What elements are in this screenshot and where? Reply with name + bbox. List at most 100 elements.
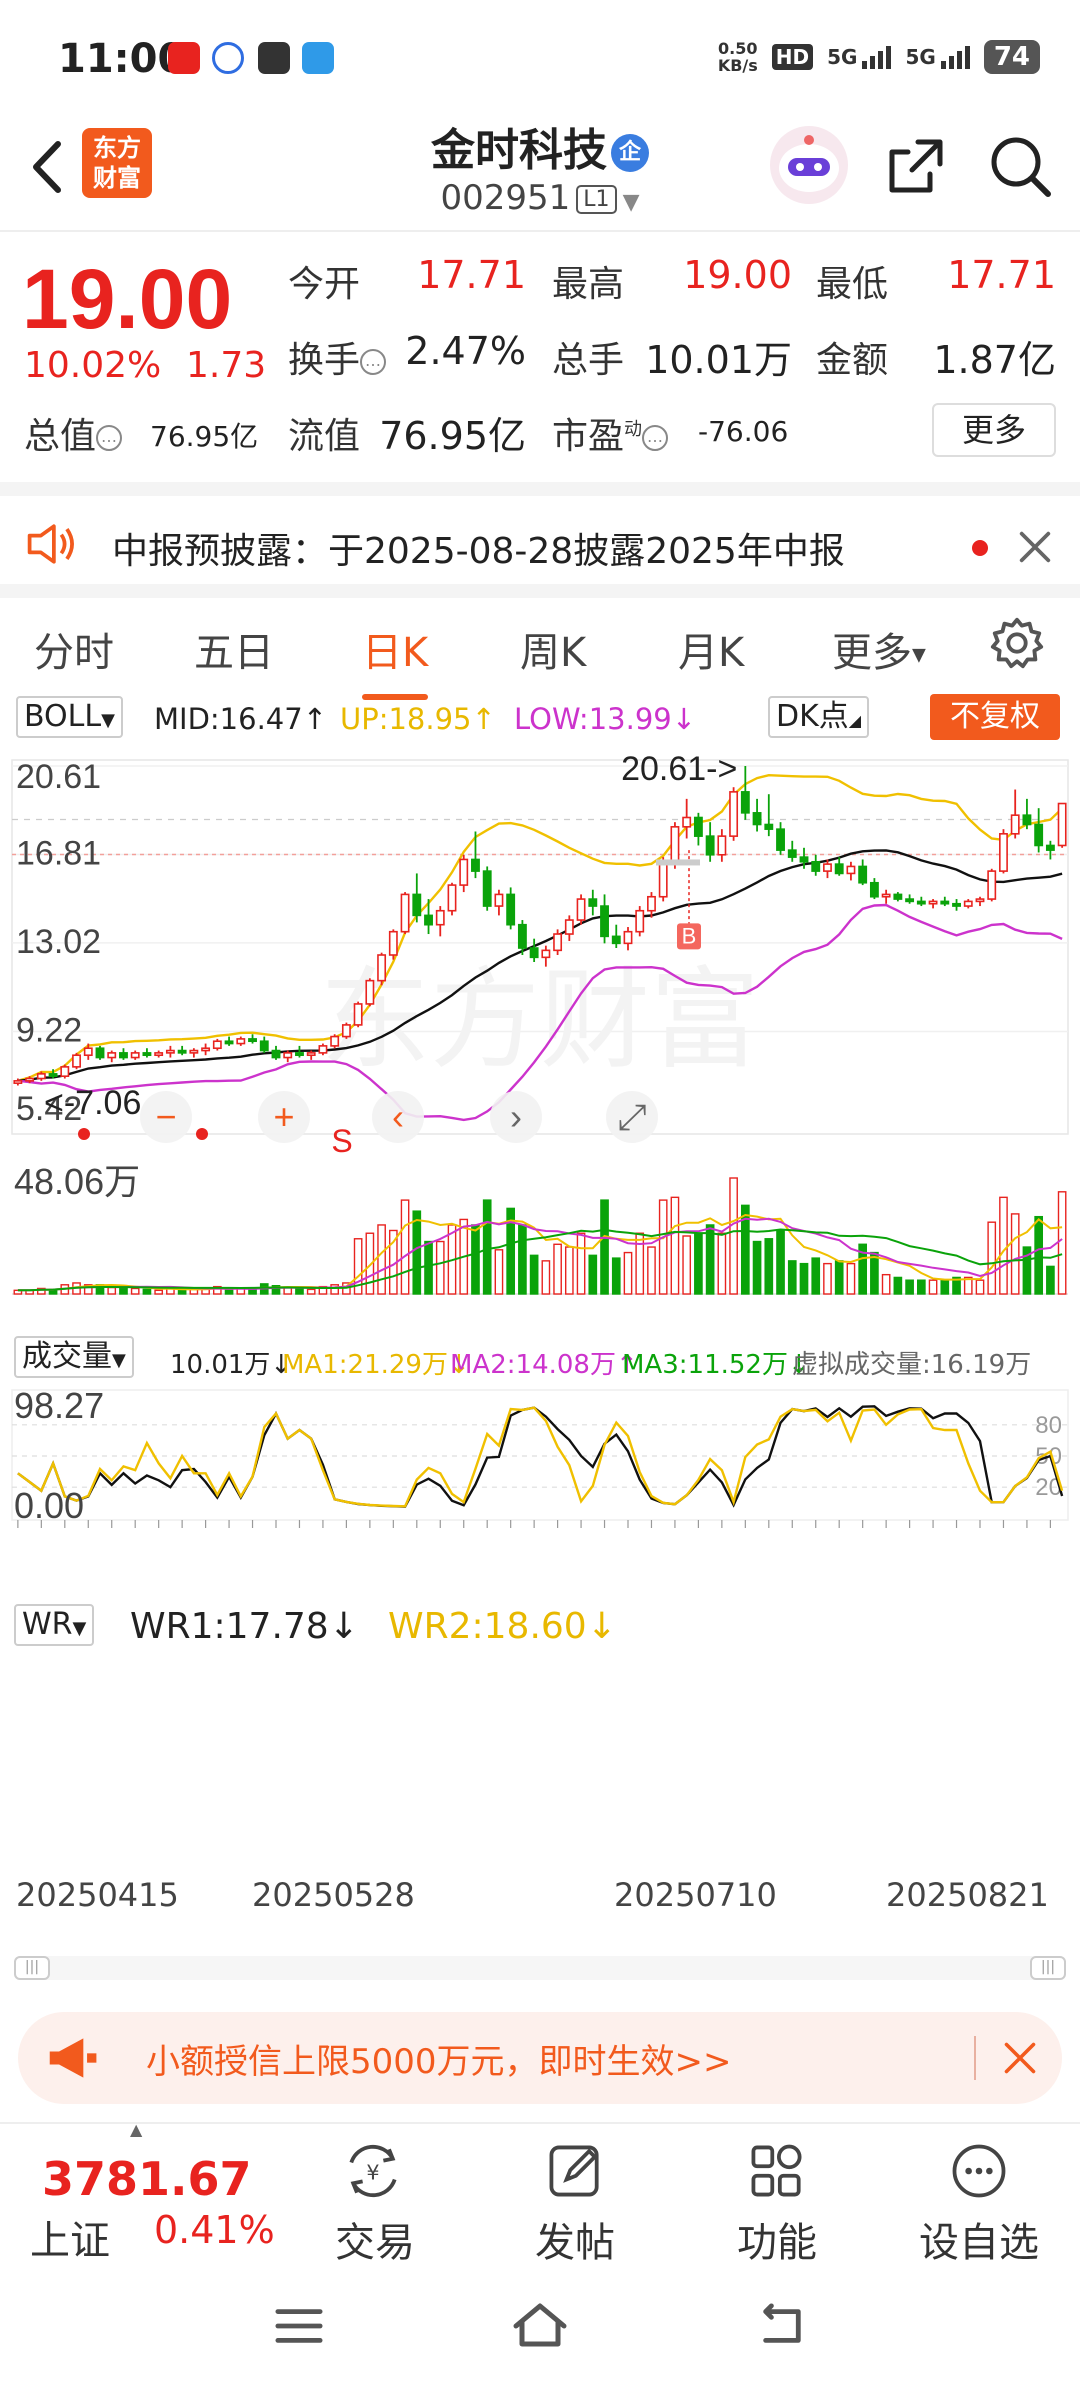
chart-scrollbar[interactable]: ||| ||| bbox=[14, 1956, 1066, 1980]
promo-banner[interactable]: 小额授信上限5000万元，即时生效>> bbox=[18, 2012, 1062, 2104]
index-up-arrow: ▲ bbox=[130, 2120, 143, 2139]
adjust-button[interactable]: 不复权 bbox=[930, 694, 1060, 740]
assistant-robot-icon[interactable] bbox=[770, 126, 848, 204]
indicator-select-boll[interactable]: BOLL▼ bbox=[16, 696, 123, 738]
nav-trade[interactable]: ¥ 交易 bbox=[300, 2132, 450, 2266]
boll-up: UP:18.95↑ bbox=[340, 702, 496, 736]
candle-body bbox=[412, 893, 422, 917]
candle-body bbox=[36, 1073, 46, 1080]
candle-body bbox=[576, 898, 586, 921]
candle-body bbox=[717, 835, 727, 856]
volume-bar bbox=[764, 1238, 774, 1295]
tab-intraday[interactable]: 分时 bbox=[34, 620, 114, 678]
scroll-handle-right[interactable]: ||| bbox=[1030, 1956, 1066, 1980]
candle-body bbox=[295, 1052, 304, 1057]
app-icon-video bbox=[258, 42, 290, 74]
candle-body bbox=[764, 823, 774, 830]
candle-body bbox=[201, 1047, 211, 1052]
indicator-select-volume[interactable]: 成交量▼ bbox=[14, 1336, 134, 1378]
pe-label: 市盈动… bbox=[552, 407, 669, 459]
settings-gear-icon[interactable] bbox=[988, 614, 1046, 672]
app-icon-baidu bbox=[212, 42, 244, 74]
fullscreen-icon: ⤢ bbox=[618, 1096, 647, 1137]
nav-post[interactable]: 发帖 bbox=[500, 2132, 650, 2266]
volume-bar bbox=[694, 1232, 703, 1295]
turnover-label: 换手… bbox=[288, 331, 387, 383]
volume-bar bbox=[107, 1286, 117, 1295]
float-mv-label: 流值 bbox=[288, 416, 361, 457]
dropdown-icon: ▼ bbox=[912, 644, 926, 666]
volume-bar bbox=[248, 1288, 257, 1295]
info-icon: … bbox=[360, 349, 387, 375]
candle-body bbox=[1022, 814, 1032, 826]
search-icon[interactable] bbox=[982, 128, 1058, 204]
candle-body bbox=[564, 919, 574, 935]
close-icon[interactable] bbox=[1016, 528, 1054, 566]
candle-body bbox=[823, 863, 832, 872]
tab-more[interactable]: 更多▼ bbox=[832, 620, 926, 678]
megaphone-icon bbox=[49, 2038, 97, 2078]
wr2-value: WR2:18.60↓ bbox=[388, 1606, 617, 1647]
candle-body bbox=[940, 900, 950, 905]
tab-five-day[interactable]: 五日 bbox=[194, 620, 274, 678]
menu-icon[interactable] bbox=[270, 2302, 328, 2350]
index-value[interactable]: 3781.67 bbox=[42, 2152, 252, 2206]
candle-body bbox=[72, 1054, 81, 1068]
volume-bar bbox=[142, 1288, 152, 1295]
candle-body bbox=[482, 870, 492, 907]
tab-daily-k[interactable]: 日K bbox=[362, 620, 429, 700]
notice-banner[interactable]: 中报预披露：于2025-08-28披露2025年中报 bbox=[0, 482, 1080, 584]
candle-body bbox=[776, 828, 785, 851]
candle-body bbox=[600, 905, 609, 938]
nav-functions[interactable]: 功能 bbox=[702, 2132, 852, 2266]
amount-value: 1.87亿 bbox=[933, 338, 1056, 382]
more-quote-button[interactable]: 更多 bbox=[932, 403, 1056, 457]
tab-monthly-k[interactable]: 月K bbox=[678, 620, 744, 678]
volume-bar bbox=[471, 1224, 480, 1295]
pe-value: -76.06 bbox=[698, 415, 789, 448]
candle-body bbox=[611, 935, 621, 945]
home-icon[interactable] bbox=[510, 2300, 570, 2350]
dk-point-select[interactable]: DK点◢ bbox=[768, 696, 870, 738]
candle-body bbox=[846, 865, 856, 875]
min-price-annotation: <-7.06 bbox=[44, 1084, 141, 1122]
app-icon-netease bbox=[168, 42, 200, 74]
status-bar: 11:00 0.50 KB/s HD 5G 5G 74 bbox=[0, 0, 1080, 120]
last-price-marker bbox=[656, 859, 700, 866]
volume-value: 10.01万 bbox=[645, 338, 792, 382]
candle-body bbox=[1045, 844, 1055, 851]
candle-body bbox=[752, 812, 762, 826]
candle-body bbox=[705, 835, 715, 856]
back-icon[interactable] bbox=[752, 2302, 810, 2350]
date-axis: 20250415 20250528 20250710 20250821 bbox=[0, 1876, 1080, 1916]
share-icon[interactable] bbox=[878, 128, 954, 204]
volume-indicator-bar: 成交量▼ 10.01万↓ MA1:21.29万↓ MA2:14.08万↑ MA3… bbox=[0, 1334, 1080, 1384]
candle-body bbox=[975, 898, 985, 903]
candle-body bbox=[682, 816, 692, 828]
indicator-select-wr[interactable]: WR▼ bbox=[14, 1604, 95, 1646]
volume-bar bbox=[870, 1251, 879, 1295]
tab-weekly-k[interactable]: 周K bbox=[520, 620, 586, 678]
candle-body bbox=[283, 1052, 293, 1059]
close-icon[interactable] bbox=[1002, 2040, 1038, 2076]
candle-body bbox=[271, 1049, 281, 1059]
net-speed: 0.50 KB/s bbox=[717, 39, 758, 75]
candle-body bbox=[916, 900, 926, 905]
volume-bar bbox=[705, 1224, 715, 1295]
nav-add-watchlist[interactable]: 设自选 bbox=[904, 2132, 1054, 2266]
index-change[interactable]: 0.41% bbox=[154, 2208, 275, 2252]
volume-ma1-line bbox=[17, 1213, 1063, 1292]
candle-body bbox=[224, 1040, 234, 1045]
volume-bar bbox=[647, 1246, 656, 1295]
candle-body bbox=[999, 833, 1008, 872]
candle-body bbox=[905, 898, 915, 903]
candle-body bbox=[506, 893, 516, 926]
candle-body bbox=[869, 881, 879, 898]
candle-body bbox=[435, 909, 445, 926]
scroll-handle-left[interactable]: ||| bbox=[14, 1956, 50, 1980]
volume-bar bbox=[435, 1240, 445, 1295]
index-name[interactable]: 上证 bbox=[30, 2208, 110, 2266]
candle-body bbox=[130, 1052, 140, 1059]
low-label: 最低 bbox=[816, 264, 889, 305]
volume-ma3: MA3:11.52万↓ bbox=[622, 1350, 810, 1380]
